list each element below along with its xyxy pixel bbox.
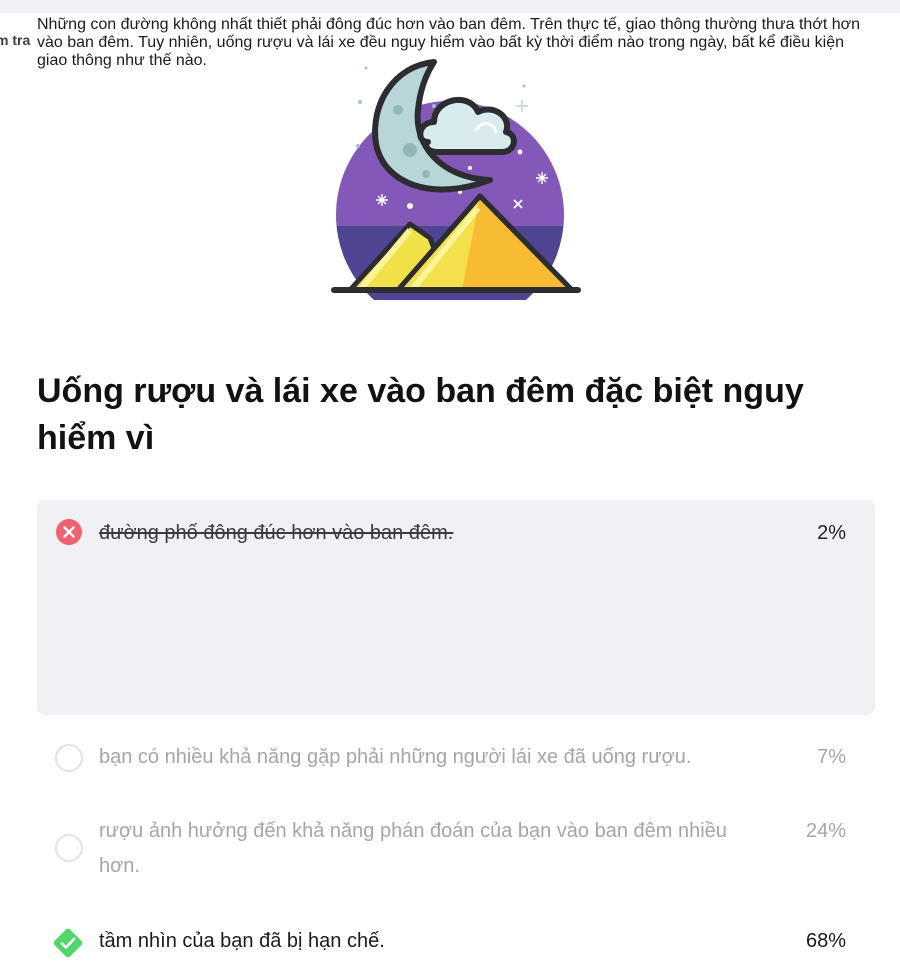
answer-option-label: bạn có nhiều khả năng gặp phải những ngư… bbox=[99, 746, 692, 768]
top-bar bbox=[0, 0, 900, 13]
answer-explanation: Những con đường không nhất thiết phải đô… bbox=[37, 16, 860, 69]
answer-option-4[interactable]: tầm nhìn của bạn đã bị hạn chế. 68% bbox=[37, 922, 875, 962]
radio-circle-icon[interactable] bbox=[55, 744, 83, 772]
radio-circle-icon[interactable] bbox=[55, 834, 83, 862]
answer-option-1[interactable]: đường phố đông đúc hơn vào ban đêm. 2% bbox=[37, 500, 875, 715]
answer-option-percent: 2% bbox=[817, 522, 846, 544]
answer-option-label: đường phố đông đúc hơn vào ban đêm. bbox=[99, 522, 454, 544]
answer-option-percent: 24% bbox=[805, 820, 846, 842]
breadcrumb[interactable]: m tra bbox=[0, 32, 30, 48]
answer-option-3[interactable]: rượu ảnh hưởng đến khả năng phán đoán củ… bbox=[37, 814, 875, 886]
question-title: Uống rượu và lái xe vào ban đêm đặc biệt… bbox=[37, 372, 804, 457]
answer-option-percent: 7% bbox=[817, 746, 846, 768]
moon-mountains-icon bbox=[331, 59, 581, 300]
answer-option-2[interactable]: bạn có nhiều khả năng gặp phải những ngư… bbox=[37, 740, 875, 776]
answer-option-percent: 68% bbox=[805, 930, 846, 952]
answer-option-label: tầm nhìn của bạn đã bị hạn chế. bbox=[99, 930, 385, 952]
correct-check-icon bbox=[53, 928, 83, 958]
answer-option-label: rượu ảnh hưởng đến khả năng phán đoán củ… bbox=[99, 820, 727, 877]
incorrect-icon bbox=[56, 519, 82, 545]
